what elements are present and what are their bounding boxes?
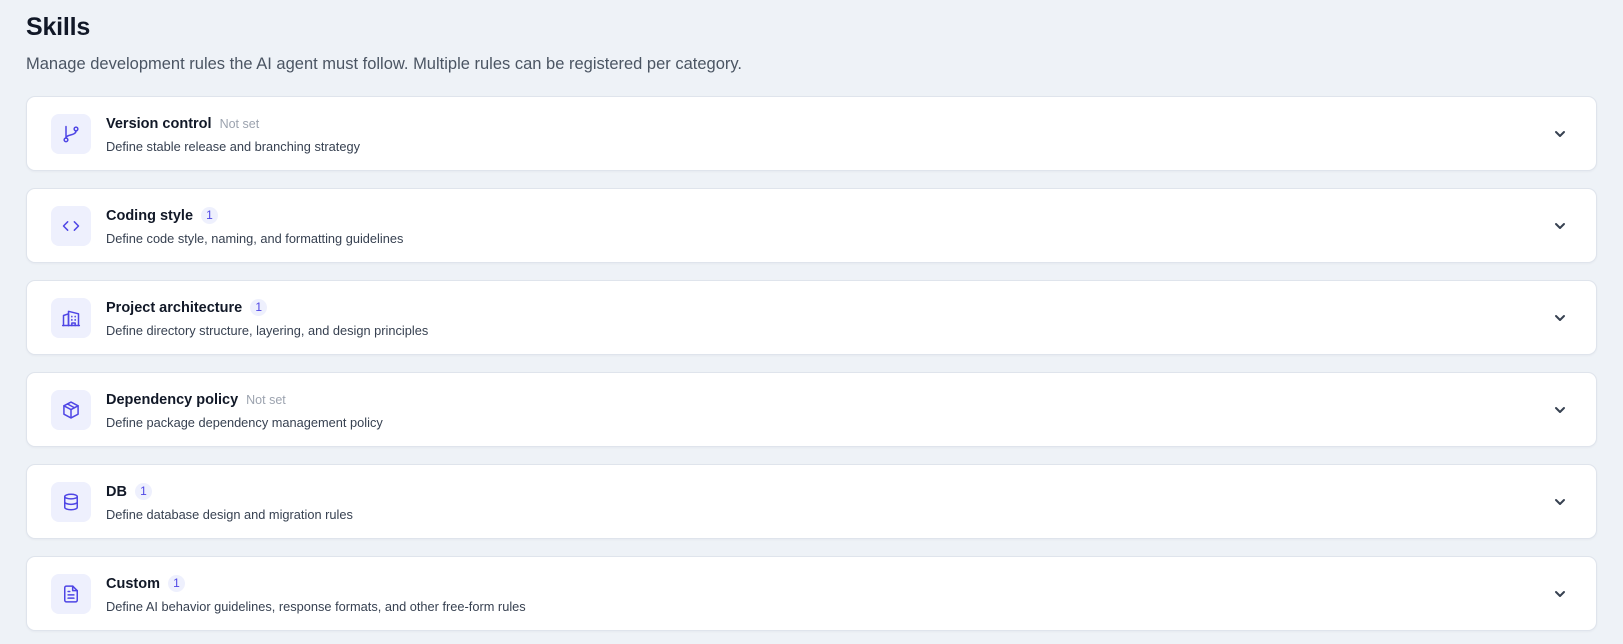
category-text: Dependency policy Not set Define package… [106,390,1552,430]
category-list: Version control Not set Define stable re… [26,96,1597,631]
rule-count-badge: 1 [167,575,185,592]
category-text: Version control Not set Define stable re… [106,114,1552,154]
category-title: Custom [106,575,160,592]
category-card-coding-style[interactable]: Coding style 1 Define code style, naming… [26,188,1597,263]
category-title: Dependency policy [106,391,239,408]
category-title: DB [106,483,127,500]
chevron-down-icon[interactable] [1552,494,1568,510]
file-text-icon [51,573,91,614]
category-card-dependency-policy[interactable]: Dependency policy Not set Define package… [26,372,1597,447]
page-subtitle: Manage development rules the AI agent mu… [26,55,743,73]
rule-count-badge: 1 [250,299,268,316]
page-title: Skills [26,13,91,41]
category-description: Define code style, naming, and formattin… [106,230,404,246]
category-description: Define package dependency management pol… [106,414,383,430]
category-description: Define AI behavior guidelines, response … [106,598,526,614]
category-card-db[interactable]: DB 1 Define database design and migratio… [26,464,1597,539]
category-description: Define stable release and branching stra… [106,138,360,154]
category-description: Define database design and migration rul… [106,506,353,522]
database-icon [51,481,91,522]
rule-count-badge: 1 [134,483,152,500]
code-icon [51,205,91,246]
category-text: Custom 1 Define AI behavior guidelines, … [106,574,1552,614]
building-icon [51,297,91,338]
category-text: Project architecture 1 Define directory … [106,298,1552,338]
category-title: Version control [106,115,212,132]
chevron-down-icon[interactable] [1552,402,1568,418]
rule-count-badge: 1 [201,207,219,224]
category-card-version-control[interactable]: Version control Not set Define stable re… [26,96,1597,171]
chevron-down-icon[interactable] [1552,586,1568,602]
chevron-down-icon[interactable] [1552,218,1568,234]
category-title: Project architecture [106,299,243,316]
category-card-custom[interactable]: Custom 1 Define AI behavior guidelines, … [26,556,1597,631]
category-status: Not set [219,116,260,131]
skills-page: Skills Manage development rules the AI a… [0,0,1623,631]
chevron-down-icon[interactable] [1552,310,1568,326]
package-icon [51,389,91,430]
category-title: Coding style [106,207,194,224]
category-text: Coding style 1 Define code style, naming… [106,206,1552,246]
category-card-project-architecture[interactable]: Project architecture 1 Define directory … [26,280,1597,355]
category-status: Not set [246,392,286,407]
chevron-down-icon[interactable] [1552,126,1568,142]
category-text: DB 1 Define database design and migratio… [106,482,1552,522]
git-branch-icon [51,113,91,154]
category-description: Define directory structure, layering, an… [106,322,429,338]
